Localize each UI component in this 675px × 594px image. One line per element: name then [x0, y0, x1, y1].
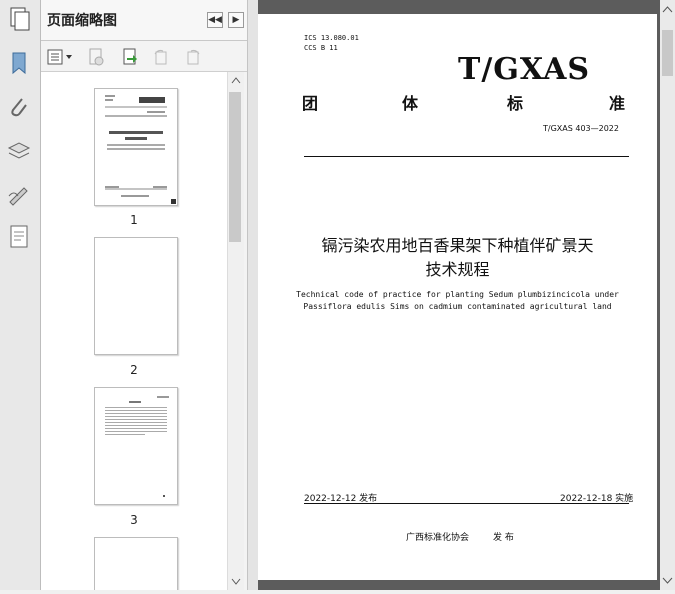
- standard-type-char: 准: [609, 94, 626, 113]
- issuer: 广西标准化协会: [406, 533, 470, 543]
- bookmark-icon[interactable]: [6, 50, 32, 76]
- header-divider: [304, 156, 629, 157]
- thumbnail-label: 3: [130, 513, 138, 527]
- page-thumbnail[interactable]: [94, 387, 178, 505]
- standard-logo: T/GXAS: [458, 52, 591, 87]
- page-thumbnail[interactable]: [94, 537, 178, 590]
- thumbnail-label: 2: [130, 363, 138, 377]
- panel-header: 页面缩略图 ◀◀ ▶: [41, 0, 247, 41]
- signature-icon[interactable]: [6, 182, 32, 208]
- standard-type-char: 标: [507, 94, 524, 113]
- footer-divider: [304, 503, 629, 504]
- navigation-rail: [0, 0, 41, 590]
- viewer-scroll-thumb[interactable]: [662, 30, 673, 76]
- title-en-line2: Passiflora edulis Sims on cadmium contam…: [303, 302, 612, 311]
- extract-page-icon[interactable]: [121, 48, 139, 66]
- thumbnail-toolbar: [41, 41, 247, 72]
- standard-type-char: 团: [302, 94, 319, 113]
- thumbnail-list: 1 2 3: [41, 72, 227, 590]
- rotate-ccw-icon[interactable]: [152, 48, 170, 66]
- thumbnail-scroll-thumb[interactable]: [229, 92, 241, 242]
- title-en-line1: Technical code of practice for planting …: [296, 290, 619, 299]
- thumbnail-label: 1: [130, 213, 138, 227]
- page-thumbnails-icon[interactable]: [6, 6, 32, 32]
- title-cn-line1: 镉污染农用地百香果架下种植伴矿景天: [321, 236, 594, 255]
- next-panel-button[interactable]: ▶: [228, 12, 244, 28]
- rotate-cw-icon[interactable]: [184, 48, 202, 66]
- thumbnail-panel: 页面缩略图 ◀◀ ▶ 1 2 3: [41, 0, 247, 590]
- ics-code: ICS 13.080.01: [304, 34, 359, 42]
- standard-type-char: 体: [402, 94, 419, 113]
- delete-page-icon[interactable]: [87, 48, 105, 66]
- ccs-code: CCS B 11: [304, 44, 338, 52]
- standard-number: T/GXAS 403—2022: [543, 124, 619, 133]
- title-cn-line2: 技术规程: [425, 260, 490, 279]
- document-page: ICS 13.080.01 CCS B 11 T/GXAS 团 体 标 准 T/…: [258, 14, 657, 580]
- page-thumbnail[interactable]: [94, 237, 178, 355]
- layers-icon[interactable]: [6, 138, 32, 164]
- options-menu-icon[interactable]: [47, 48, 72, 66]
- content-icon[interactable]: [6, 224, 32, 250]
- panel-title: 页面缩略图: [47, 13, 117, 29]
- attachment-icon[interactable]: [6, 94, 32, 120]
- page-thumbnail[interactable]: [94, 88, 178, 206]
- issue-word: 发 布: [493, 533, 514, 543]
- collapse-panel-button[interactable]: ◀◀: [207, 12, 223, 28]
- viewer-scrollbar[interactable]: [660, 0, 675, 590]
